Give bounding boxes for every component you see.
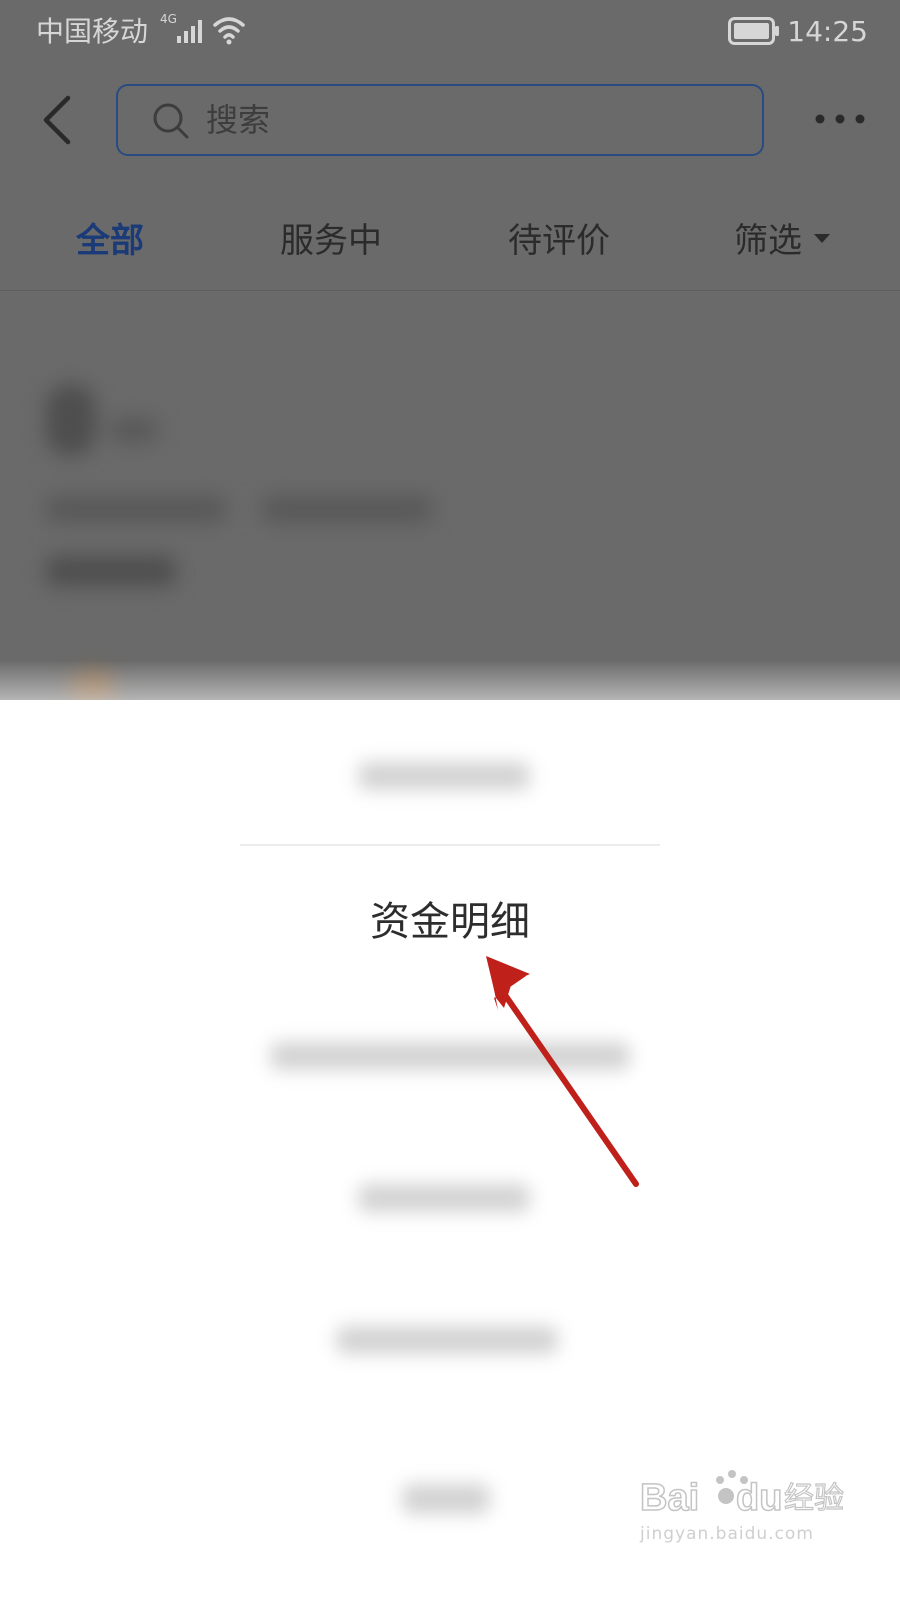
svg-text:经验: 经验 <box>784 1481 844 1516</box>
baidu-jingyan-logo: Bai du 经验 <box>640 1470 845 1520</box>
search-placeholder: 搜索 <box>206 101 271 139</box>
tab-to-review[interactable]: 待评价 <box>508 216 610 266</box>
search-input[interactable]: 搜索 <box>116 84 764 156</box>
background-list-blurred <box>0 292 900 712</box>
carrier-name: 中国移动 <box>36 15 149 48</box>
dropdown-caret-icon <box>814 234 830 243</box>
tab-filter[interactable]: 筛选 <box>734 216 830 266</box>
top-bar: 搜索 <box>0 64 900 184</box>
blurred-text-block <box>262 496 432 522</box>
watermark: Bai du 经验 jingyan.baidu.com <box>640 1466 860 1556</box>
annotation-arrow-icon <box>486 956 639 1187</box>
svg-text:du: du <box>736 1477 782 1519</box>
action-sheet: 资金明细 <box>0 700 900 1600</box>
wifi-icon <box>213 17 245 45</box>
battery-icon <box>728 17 779 45</box>
search-icon <box>153 103 189 139</box>
tab-all[interactable]: 全部 <box>76 216 144 266</box>
tab-bar: 全部 服务中 待评价 筛选 <box>0 190 900 291</box>
blurred-text-block <box>46 556 176 586</box>
status-bar: 中国移动 4G 14:25 <box>0 0 900 64</box>
blurred-text-block <box>46 496 226 522</box>
blurred-avatar <box>46 384 96 456</box>
signal-icon <box>177 20 202 43</box>
clock: 14:25 <box>787 15 868 48</box>
more-icon[interactable] <box>810 104 870 134</box>
blurred-option[interactable] <box>336 1326 558 1354</box>
watermark-url: jingyan.baidu.com <box>640 1524 814 1544</box>
network-type: 4G <box>160 12 177 26</box>
blurred-cancel[interactable] <box>402 1484 490 1514</box>
blurred-option[interactable] <box>358 762 530 790</box>
sheet-blurred-options <box>0 700 900 1600</box>
back-icon[interactable] <box>34 84 82 156</box>
tab-in-service[interactable]: 服务中 <box>280 216 382 266</box>
svg-text:Bai: Bai <box>640 1477 699 1519</box>
divider <box>240 844 660 846</box>
blurred-text-block <box>110 418 158 442</box>
funds-detail-option[interactable]: 资金明细 <box>0 892 900 952</box>
filter-label: 筛选 <box>734 221 802 261</box>
